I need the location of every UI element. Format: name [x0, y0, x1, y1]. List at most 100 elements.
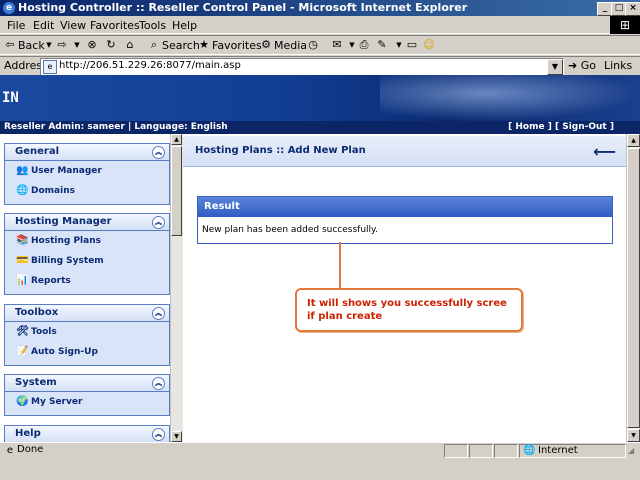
sidebar-item-label: Hosting Plans — [31, 236, 101, 246]
panel-general: General ︽ 👥 User Manager 🌐 Domains — [4, 143, 170, 205]
history-icon[interactable]: ◷ — [306, 38, 320, 52]
home-signout-links[interactable]: [ Home ] [ Sign-Out ] — [508, 122, 614, 132]
sidebar-item-billing-system[interactable]: 💳 Billing System — [5, 251, 169, 271]
panel-hosting-manager: Hosting Manager ︽ 📚 Hosting Plans 💳 Bill… — [4, 213, 170, 295]
browser-content: IN Reseller Admin: sameer | Language: En… — [0, 75, 640, 442]
scroll-down-icon[interactable]: ▼ — [171, 431, 182, 442]
zone-cell: 🌐 Internet — [519, 444, 626, 458]
banner-globe-graphic — [380, 75, 640, 121]
edit-dropdown-icon[interactable]: ▼ — [392, 38, 406, 52]
panel-help: Help ︽ — [4, 425, 170, 442]
scroll-thumb[interactable] — [627, 148, 640, 428]
window-title: Hosting Controller :: Reseller Control P… — [18, 1, 468, 14]
back-arrow-icon[interactable]: ⟵ — [593, 142, 616, 161]
sidebar-item-user-manager[interactable]: 👥 User Manager — [5, 161, 169, 181]
panel-title: General — [15, 146, 59, 157]
panel-header[interactable]: Toolbox ︽ — [5, 305, 169, 322]
sidebar-item-label: User Manager — [31, 166, 102, 176]
menu-file[interactable]: File — [7, 19, 25, 32]
panel-header[interactable]: Hosting Manager ︽ — [5, 214, 169, 231]
panel-header[interactable]: General ︽ — [5, 144, 169, 161]
home-icon[interactable]: ⌂ — [123, 38, 137, 52]
tools-icon: 🛠 — [16, 326, 29, 337]
sidebar-item-reports[interactable]: 📊 Reports — [5, 271, 169, 291]
scroll-up-icon[interactable]: ▲ — [171, 134, 182, 145]
page-done-icon: e — [6, 445, 14, 456]
header-banner: IN — [0, 75, 640, 121]
search-button[interactable]: Search — [162, 39, 200, 52]
scroll-up-icon[interactable]: ▲ — [627, 134, 640, 147]
forward-dropdown-icon[interactable]: ▼ — [70, 38, 84, 52]
reports-icon: 📊 — [16, 275, 29, 286]
collapse-icon[interactable]: ︽ — [152, 146, 165, 159]
sidebar-item-domains[interactable]: 🌐 Domains — [5, 181, 169, 201]
search-icon[interactable]: ⌕ — [147, 38, 161, 52]
favorites-button[interactable]: Favorites — [212, 39, 262, 52]
status-bar: e Done 🌐 Internet ◢ — [0, 442, 640, 458]
forward-arrow-icon[interactable]: ⇨ — [55, 38, 69, 52]
favorites-icon[interactable]: ★ — [197, 38, 211, 52]
menu-edit[interactable]: Edit — [33, 19, 54, 32]
media-icon[interactable]: ⚙ — [259, 38, 273, 52]
collapse-icon[interactable]: ︽ — [152, 216, 165, 229]
sidebar-item-label: Domains — [31, 186, 75, 196]
status-cell — [469, 444, 493, 458]
close-button[interactable]: × — [625, 2, 640, 16]
discuss-icon[interactable]: ▭ — [405, 38, 419, 52]
address-input[interactable]: e http://206.51.229.26:8077/main.asp ▼ — [40, 58, 564, 76]
page-scrollbar[interactable]: ▲ ▼ — [626, 134, 640, 442]
back-button[interactable]: Back — [18, 39, 45, 52]
menu-favorites[interactable]: Favorites — [90, 19, 140, 32]
info-bar: Reseller Admin: sameer | Language: Engli… — [0, 121, 640, 134]
page-title: Hosting Plans :: Add New Plan — [195, 145, 366, 156]
refresh-icon[interactable]: ↻ — [104, 38, 118, 52]
collapse-icon[interactable]: ︽ — [152, 307, 165, 320]
panel-title: Hosting Manager — [15, 216, 112, 227]
resize-grip-icon[interactable]: ◢ — [628, 446, 634, 455]
result-box: Result New plan has been added successfu… — [197, 196, 613, 244]
panel-header[interactable]: System ︽ — [5, 375, 169, 392]
zone-text: Internet — [538, 445, 578, 456]
edit-icon[interactable]: ✎ — [375, 38, 389, 52]
collapse-icon[interactable]: ︽ — [152, 428, 165, 441]
menu-tools[interactable]: Tools — [139, 19, 166, 32]
menu-help[interactable]: Help — [172, 19, 197, 32]
status-text: Done — [17, 444, 44, 455]
signup-icon: 📝 — [16, 346, 29, 357]
media-button[interactable]: Media — [274, 39, 307, 52]
panel-system: System ︽ 🌍 My Server — [4, 374, 170, 416]
scroll-thumb[interactable] — [171, 146, 182, 236]
scroll-down-icon[interactable]: ▼ — [627, 429, 640, 442]
collapse-icon[interactable]: ︽ — [152, 377, 165, 390]
ie-logo-icon: e — [3, 2, 15, 14]
window-bottom — [0, 458, 640, 480]
sidebar-scrollbar[interactable]: ▲ ▼ — [170, 134, 183, 442]
plans-icon: 📚 — [16, 235, 29, 246]
panel-header[interactable]: Help ︽ — [5, 426, 169, 442]
left-sidebar: General ︽ 👥 User Manager 🌐 Domains Hosti… — [0, 134, 170, 442]
sidebar-item-tools[interactable]: 🛠 Tools — [5, 322, 169, 342]
page-icon: e — [43, 60, 57, 74]
go-button[interactable]: ➜ Go — [568, 59, 596, 72]
links-button[interactable]: Links — [604, 59, 632, 72]
back-dropdown-icon[interactable]: ▼ — [42, 38, 56, 52]
sidebar-item-label: My Server — [31, 397, 83, 407]
print-icon[interactable]: ⎙ — [357, 38, 371, 52]
user-info: Reseller Admin: sameer | Language: Engli… — [4, 122, 228, 132]
back-arrow-icon[interactable]: ⇦ — [3, 38, 17, 52]
billing-icon: 💳 — [16, 255, 29, 266]
sidebar-item-my-server[interactable]: 🌍 My Server — [5, 392, 169, 412]
server-icon: 🌍 — [16, 396, 29, 407]
sidebar-item-label: Auto Sign-Up — [31, 347, 98, 357]
address-dropdown-icon[interactable]: ▼ — [547, 59, 563, 75]
sidebar-item-auto-sign-up[interactable]: 📝 Auto Sign-Up — [5, 342, 169, 362]
panel-title: Help — [15, 428, 41, 439]
sidebar-item-hosting-plans[interactable]: 📚 Hosting Plans — [5, 231, 169, 251]
domains-icon: 🌐 — [16, 185, 29, 196]
brand-logo: IN — [2, 90, 19, 106]
address-url: http://206.51.229.26:8077/main.asp — [59, 60, 241, 71]
mail-icon[interactable]: ✉ — [330, 38, 344, 52]
menu-view[interactable]: View — [60, 19, 86, 32]
messenger-smiley-icon[interactable]: ☺ — [422, 38, 436, 52]
stop-icon[interactable]: ⊗ — [85, 38, 99, 52]
